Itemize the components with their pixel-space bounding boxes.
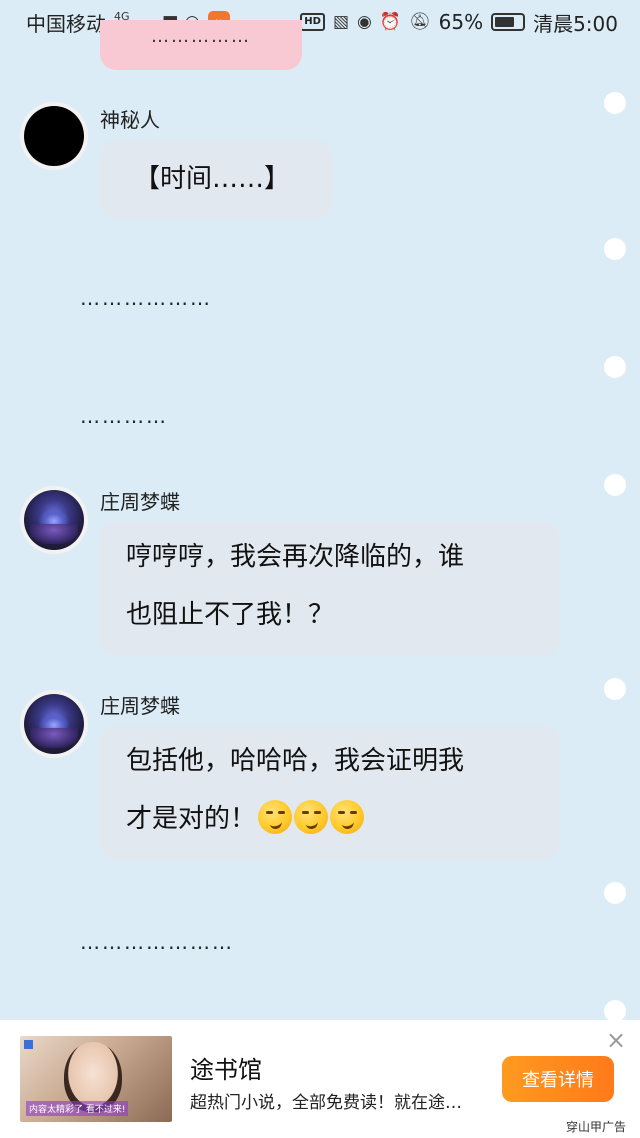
message-line: 才是对的！ bbox=[126, 790, 534, 848]
message-line: 包括他，哈哈哈，我会证明我 bbox=[126, 746, 465, 776]
smirk-emoji-icon bbox=[294, 799, 329, 834]
battery-icon bbox=[491, 13, 526, 31]
narration-text: ………… bbox=[80, 404, 168, 428]
ad-source-label: 穿山甲广告 bbox=[566, 1120, 627, 1134]
rail-dot bbox=[604, 92, 626, 114]
ad-logo-icon bbox=[24, 1040, 33, 1049]
status-bar: 中国移动 4G ▂▄▆ ◠ ∞ HD ▧ ◉ ⏰ 🔕︎ 65% 清晨5:00 bbox=[0, 0, 640, 44]
battery-percent: 65% bbox=[438, 10, 484, 34]
message-line-text: 才是对的！ bbox=[126, 804, 257, 834]
hd-icon: HD bbox=[300, 13, 325, 31]
sender-name: 庄周梦蝶 bbox=[100, 490, 180, 514]
narration-text: ………………… bbox=[80, 930, 234, 954]
mute-icon: 🔕︎ bbox=[409, 12, 431, 32]
robot-avatar bbox=[24, 490, 84, 550]
ad-title[interactable]: 途书馆 bbox=[190, 1050, 262, 1085]
ad-banner[interactable]: 内容太精彩了 看不过来! 途书馆 超热门小说，全部免费读！就在途… 查看详情 ×… bbox=[0, 1020, 640, 1138]
avatar[interactable] bbox=[20, 102, 88, 170]
sender-name: 神秘人 bbox=[100, 108, 160, 132]
message-bubble[interactable]: 包括他，哈哈哈，我会证明我 才是对的！ bbox=[100, 726, 560, 860]
ad-thumb-caption: 内容太精彩了 看不过来! bbox=[26, 1101, 129, 1116]
rail-dot bbox=[604, 1000, 626, 1022]
rail-dot bbox=[604, 678, 626, 700]
robot-avatar bbox=[24, 694, 84, 754]
black-avatar bbox=[24, 106, 84, 166]
partial-message-bubble[interactable]: …………… bbox=[100, 20, 302, 70]
message-bubble[interactable]: 哼哼哼，我会再次降临的，谁 也阻止不了我！？ bbox=[100, 522, 560, 656]
clock: 清晨5:00 bbox=[533, 11, 618, 36]
rail-dot bbox=[604, 882, 626, 904]
carrier-label: 中国移动 bbox=[26, 11, 106, 36]
smirk-emoji-icon bbox=[330, 799, 365, 834]
view-details-button[interactable]: 查看详情 bbox=[502, 1056, 614, 1102]
avatar[interactable] bbox=[20, 690, 88, 758]
message-line: 也阻止不了我！？ bbox=[126, 600, 335, 630]
avatar[interactable] bbox=[20, 486, 88, 554]
alarm-icon: ⏰ bbox=[379, 12, 402, 32]
sender-name: 庄周梦蝶 bbox=[100, 694, 180, 718]
rail-dot bbox=[604, 238, 626, 260]
close-icon[interactable]: × bbox=[606, 1028, 626, 1052]
message-bubble[interactable]: 【时间……】 bbox=[100, 140, 332, 218]
eye-icon: ◉ bbox=[357, 12, 372, 32]
message-line: 哼哼哼，我会再次降临的，谁 bbox=[126, 542, 465, 572]
smirk-emoji-icon bbox=[258, 799, 293, 834]
sim-off-icon: ▧ bbox=[332, 12, 350, 32]
ad-thumbnail[interactable]: 内容太精彩了 看不过来! bbox=[20, 1036, 172, 1122]
rail-dot bbox=[604, 474, 626, 496]
narration-text: ……………… bbox=[80, 286, 212, 310]
ad-description[interactable]: 超热门小说，全部免费读！就在途… bbox=[190, 1088, 462, 1113]
rail-dot bbox=[604, 356, 626, 378]
